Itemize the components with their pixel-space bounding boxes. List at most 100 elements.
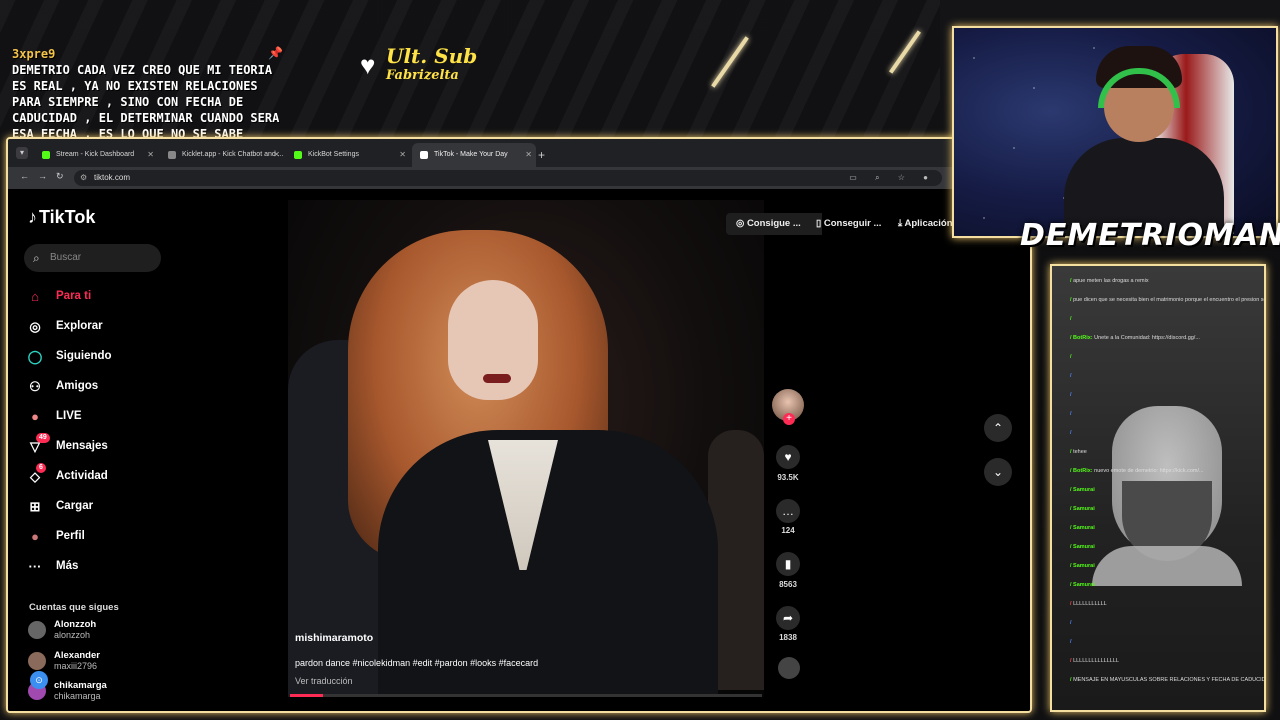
chat-line: / LLLLLLLLLLLLLLL: [1070, 658, 1119, 664]
bookmark-icon[interactable]: ▮: [776, 552, 800, 576]
following-account[interactable]: Alonzzoh alonzzoh: [28, 619, 228, 645]
video-description: pardon dance #nicolekidman #edit #pardon…: [295, 658, 539, 668]
tab-tiktok[interactable]: TikTok - Make Your Day ✕: [412, 143, 536, 167]
search-input[interactable]: ⌕ Buscar: [24, 244, 161, 272]
chat-panel: / apue meten las drogas a remix / pue dic…: [1050, 264, 1266, 712]
sidebar-item-label: Mensajes: [56, 440, 108, 452]
share-icon[interactable]: ➦: [776, 606, 800, 630]
pinned-chat-message: 3xpre9 DEMETRIO CADA VEZ CREO QUE MI TEO…: [12, 46, 287, 142]
chat-line-user[interactable]: /: [1070, 373, 1072, 379]
chat-line-user[interactable]: /: [1070, 639, 1072, 645]
chat-line-user[interactable]: / Samurai: [1070, 563, 1095, 569]
url-text: tiktok.com: [94, 173, 131, 182]
tab-label: Kicklet.app - Kick Chatbot and ...: [182, 151, 284, 158]
chat-line-user[interactable]: /: [1070, 316, 1072, 322]
chat-line: /: [1070, 639, 1072, 645]
following-account[interactable]: Alexander maxiii2796: [28, 650, 228, 676]
chat-line-user[interactable]: / BotRix:: [1070, 468, 1094, 474]
translate-link[interactable]: Ver traducción: [295, 676, 353, 686]
video-player[interactable]: mishimaramoto pardon dance #nicolekidman…: [288, 200, 764, 697]
get-app-button[interactable]: ▯ Conseguir ...: [806, 213, 902, 235]
activity-badge: 6: [36, 463, 46, 473]
video-author[interactable]: mishimaramoto: [295, 632, 373, 644]
live-icon: ●: [31, 409, 39, 424]
close-tab-icon[interactable]: ✕: [273, 143, 280, 167]
sidebar-item-cargar[interactable]: ⊞ Cargar: [26, 491, 226, 521]
browser-window: ▾ Stream - Kick Dashboard ✕ Kicklet.app …: [6, 137, 1032, 713]
like-heart-icon[interactable]: ♥: [776, 445, 800, 469]
sidebar-item-label: Siguiendo: [56, 350, 112, 362]
back-icon[interactable]: ←: [20, 171, 29, 181]
sidebar-item-mas[interactable]: ··· Más: [26, 551, 226, 581]
comment-count: 124: [781, 526, 795, 535]
chat-line: / tehee: [1070, 449, 1087, 455]
chat-line-user[interactable]: / Samurai: [1070, 487, 1095, 493]
friends-icon: ⚇: [29, 379, 41, 394]
compass-icon: ◎: [29, 319, 41, 334]
chat-line: /: [1070, 620, 1072, 626]
account-name: Alexander: [54, 650, 100, 661]
webcam-feed: [952, 26, 1278, 238]
sidebar-item-label: Más: [56, 560, 79, 572]
tab-label: TikTok - Make Your Day: [434, 151, 508, 158]
follow-plus-icon[interactable]: +: [783, 413, 795, 425]
chat-username: 3xpre9: [12, 47, 56, 61]
tab-search-icon[interactable]: ▾: [16, 147, 28, 159]
share-count: 1838: [779, 633, 797, 642]
url-field[interactable]: ⚙ tiktok.com ▭ ⌕ ☆ ●: [74, 170, 942, 186]
kick-favicon-icon: [42, 151, 50, 159]
next-video-button[interactable]: ⌄: [984, 458, 1012, 486]
close-tab-icon[interactable]: ✕: [399, 143, 406, 167]
chat-line-user[interactable]: / Samurai: [1070, 582, 1095, 588]
chat-line: /: [1070, 316, 1072, 322]
sidebar-item-actividad[interactable]: ◇ 6 Actividad: [26, 461, 226, 491]
tab-kickbot[interactable]: KickBot Settings ✕: [286, 143, 410, 167]
tiktok-favicon-icon: [420, 151, 428, 159]
sidebar-item-explorar[interactable]: ◎ Explorar: [26, 311, 226, 341]
chat-line-user[interactable]: /: [1070, 392, 1072, 398]
forward-icon[interactable]: →: [38, 171, 47, 181]
music-disc-icon[interactable]: [778, 657, 800, 679]
new-tab-button[interactable]: +: [538, 143, 545, 167]
chat-line-user[interactable]: /: [1070, 354, 1072, 360]
floating-action-icon[interactable]: ⊙: [30, 671, 48, 689]
site-info-icon[interactable]: ⚙: [80, 170, 87, 186]
account-handle: maxiii2796: [54, 661, 98, 671]
chat-line-text: Unete a la Comunidad: https://discord.gg…: [1094, 335, 1200, 341]
chat-line-user[interactable]: /: [1070, 620, 1072, 626]
close-tab-icon[interactable]: ✕: [525, 143, 532, 167]
chat-line-user[interactable]: / Samurai: [1070, 544, 1095, 550]
sidebar-item-amigos[interactable]: ⚇ Amigos: [26, 371, 226, 401]
sidebar-item-para-ti[interactable]: ⌂ Para ti: [26, 281, 226, 311]
video-progress-fill: [290, 694, 324, 697]
previous-video-button[interactable]: ⌃: [984, 414, 1012, 442]
sidebar-item-perfil[interactable]: ● Perfil: [26, 521, 226, 551]
sidebar-item-siguiendo[interactable]: ◯ Siguiendo: [26, 341, 226, 371]
comment-icon[interactable]: …: [776, 499, 800, 523]
last-sub-title: Ult. Sub: [386, 44, 478, 68]
account-handle: alonzzoh: [54, 630, 91, 640]
sidebar-item-label: Amigos: [56, 380, 99, 392]
video-frame-lips: [483, 374, 511, 383]
following-account[interactable]: chikamarga chikamarga: [28, 680, 228, 706]
tab-kick-dashboard[interactable]: Stream - Kick Dashboard ✕: [34, 143, 158, 167]
chat-line-user[interactable]: /: [1070, 430, 1072, 436]
browser-tools-icon[interactable]: ▭ ⌕ ☆ ●: [849, 170, 936, 186]
chat-line: / Samurai: [1070, 506, 1095, 512]
chat-line: /: [1070, 430, 1072, 436]
chat-line-user[interactable]: /: [1070, 411, 1072, 417]
chat-line: / Samurai: [1070, 563, 1095, 569]
chat-line-user[interactable]: / Samurai: [1070, 506, 1095, 512]
sidebar-item-live[interactable]: ● LIVE: [26, 401, 226, 431]
chat-line: /: [1070, 411, 1072, 417]
tab-kicklet[interactable]: Kicklet.app - Kick Chatbot and ... ✕: [160, 143, 284, 167]
following-icon: ◯: [27, 349, 43, 364]
reload-icon[interactable]: ↻: [56, 171, 64, 182]
tiktok-note-icon: ♪: [28, 207, 37, 227]
chat-line-user[interactable]: / BotRix:: [1070, 335, 1094, 341]
sidebar-item-mensajes[interactable]: ▽ 49 Mensajes: [26, 431, 226, 461]
close-tab-icon[interactable]: ✕: [147, 143, 154, 167]
video-progress-bar[interactable]: [290, 694, 762, 697]
chat-line-user[interactable]: / Samurai: [1070, 525, 1095, 531]
tiktok-logo[interactable]: ♪ TikTok: [28, 207, 95, 228]
